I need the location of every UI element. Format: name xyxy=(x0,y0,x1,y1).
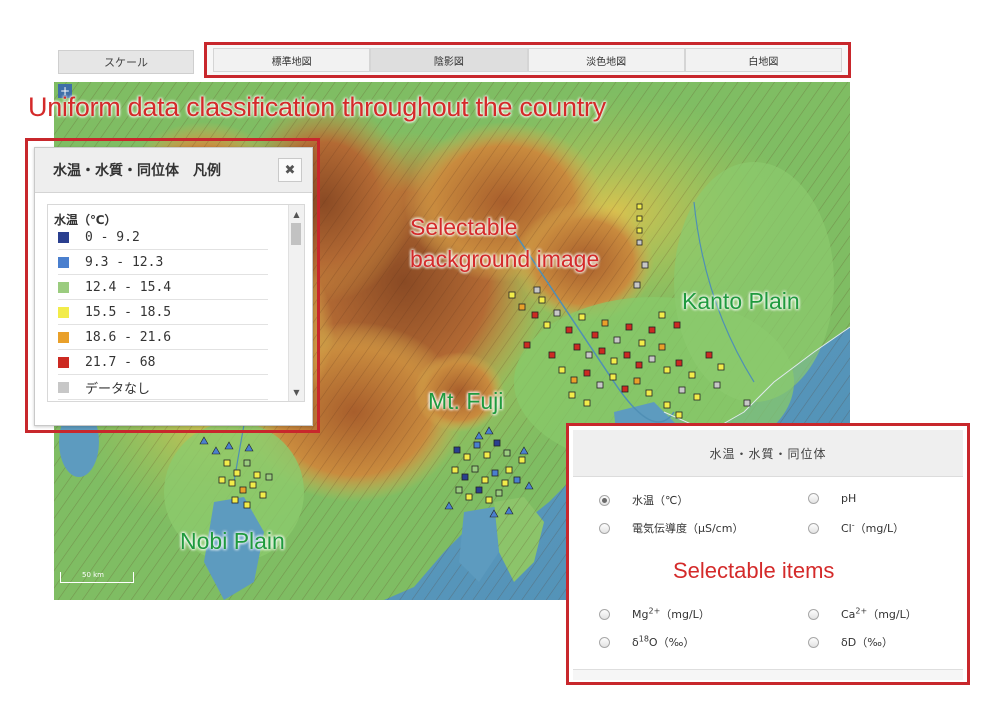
tab-standard-map[interactable]: 標準地図 xyxy=(213,48,371,72)
option-calcium[interactable]: Ca2+（mg/L） xyxy=(808,606,917,622)
radio-delta-18o[interactable] xyxy=(599,636,610,648)
legend-highlight-frame: 水温・水質・同位体 凡例 ✖ 水温（℃） 0 - 9.2 9.3 - 12.3 … xyxy=(25,138,320,433)
legend-item-label: 0 - 9.2 xyxy=(85,229,140,245)
items-panel-footer xyxy=(573,669,963,680)
option-delta-d[interactable]: δD（‰） xyxy=(808,634,893,650)
radio-magnesium[interactable] xyxy=(599,608,610,620)
legend-swatch xyxy=(58,356,69,368)
option-label: Mg2+（mg/L） xyxy=(632,606,710,621)
tab-hillshade[interactable]: 陰影図 xyxy=(370,48,528,72)
legend-swatch xyxy=(58,281,69,293)
items-panel-title: 水温・水質・同位体 xyxy=(573,430,963,477)
items-panel: 水温・水質・同位体 水温（℃） pH 電気伝導度（μS/cm） Cl-（mg/L… xyxy=(573,430,963,680)
headline-annotation: Uniform data classification throughout t… xyxy=(28,92,606,122)
legend-item-label: データなし xyxy=(85,381,151,397)
option-label: 水温（℃） xyxy=(632,494,689,507)
legend-scrollbar[interactable]: ▲ ▼ xyxy=(288,205,304,401)
legend-swatch xyxy=(58,381,69,393)
legend-item-label: 12.4 - 15.4 xyxy=(85,279,172,295)
option-label: 電気伝導度（μS/cm） xyxy=(632,522,744,535)
tab-pale-map[interactable]: 淡色地図 xyxy=(527,48,685,72)
legend-item: 15.5 - 18.5 xyxy=(58,300,268,325)
option-label: δD（‰） xyxy=(841,636,893,649)
items-highlight-frame: 水温・水質・同位体 水温（℃） pH 電気伝導度（μS/cm） Cl-（mg/L… xyxy=(566,423,970,685)
legend-header: 水温・水質・同位体 凡例 ✖ xyxy=(35,148,312,193)
legend-swatch xyxy=(58,331,69,343)
legend-swatch xyxy=(58,256,69,268)
legend-list[interactable]: 水温（℃） 0 - 9.2 9.3 - 12.3 12.4 - 15.4 15.… xyxy=(47,204,305,402)
option-delta-18o[interactable]: δ18O（‰） xyxy=(599,634,694,650)
scroll-up-icon[interactable]: ▲ xyxy=(289,207,304,221)
radio-delta-d[interactable] xyxy=(808,636,819,648)
close-icon[interactable]: ✖ xyxy=(278,158,302,182)
radio-ph[interactable] xyxy=(808,493,819,504)
mt-fuji-label: Mt. Fuji xyxy=(428,388,504,414)
background-annotation-line2: background image xyxy=(410,246,600,272)
scroll-down-icon[interactable]: ▼ xyxy=(289,385,304,399)
nobi-plain-label: Nobi Plain xyxy=(180,528,285,554)
option-label: Ca2+（mg/L） xyxy=(841,606,917,621)
radio-conductivity[interactable] xyxy=(599,522,610,534)
option-label: δ18O（‰） xyxy=(632,634,695,649)
option-label: pH xyxy=(841,492,857,505)
legend-item: 12.4 - 15.4 xyxy=(58,275,268,300)
tab-blank-map[interactable]: 白地図 xyxy=(684,48,842,72)
radio-calcium[interactable] xyxy=(808,608,819,620)
legend-panel: 水温・水質・同位体 凡例 ✖ 水温（℃） 0 - 9.2 9.3 - 12.3 … xyxy=(34,147,313,426)
option-conductivity[interactable]: 電気伝導度（μS/cm） xyxy=(599,520,743,536)
legend-item: 0 - 9.2 xyxy=(58,225,268,250)
legend-item-label: 9.3 - 12.3 xyxy=(85,254,164,270)
scale-button[interactable]: スケール xyxy=(58,50,194,74)
legend-item: 18.6 - 21.6 xyxy=(58,325,268,350)
option-magnesium[interactable]: Mg2+（mg/L） xyxy=(599,606,710,622)
legend-title: 水温・水質・同位体 凡例 xyxy=(53,163,221,179)
kanto-plain-label: Kanto Plain xyxy=(682,288,800,314)
option-label: Cl-（mg/L） xyxy=(841,520,905,535)
scale-bar-label: 50 km xyxy=(82,571,105,579)
legend-item-label: 15.5 - 18.5 xyxy=(85,304,172,320)
option-chloride[interactable]: Cl-（mg/L） xyxy=(808,520,904,536)
legend-item-label: 21.7 - 68 xyxy=(85,354,156,370)
legend-item-label: 18.6 - 21.6 xyxy=(85,329,172,345)
option-ph[interactable]: pH xyxy=(808,492,856,505)
legend-swatch xyxy=(58,231,69,243)
legend-item: データなし xyxy=(58,375,268,400)
option-water-temp[interactable]: 水温（℃） xyxy=(599,492,688,508)
radio-water-temp[interactable] xyxy=(599,494,610,506)
scrollbar-thumb[interactable] xyxy=(291,223,301,245)
radio-chloride[interactable] xyxy=(808,522,819,534)
selectable-items-annotation: Selectable items xyxy=(673,558,835,583)
legend-swatch xyxy=(58,306,69,318)
background-annotation-line1: Selectable xyxy=(410,214,518,240)
legend-item: 21.7 - 68 xyxy=(58,350,268,375)
basemap-tabs: 標準地図 陰影図 淡色地図 白地図 xyxy=(204,42,851,78)
legend-item: 9.3 - 12.3 xyxy=(58,250,268,275)
